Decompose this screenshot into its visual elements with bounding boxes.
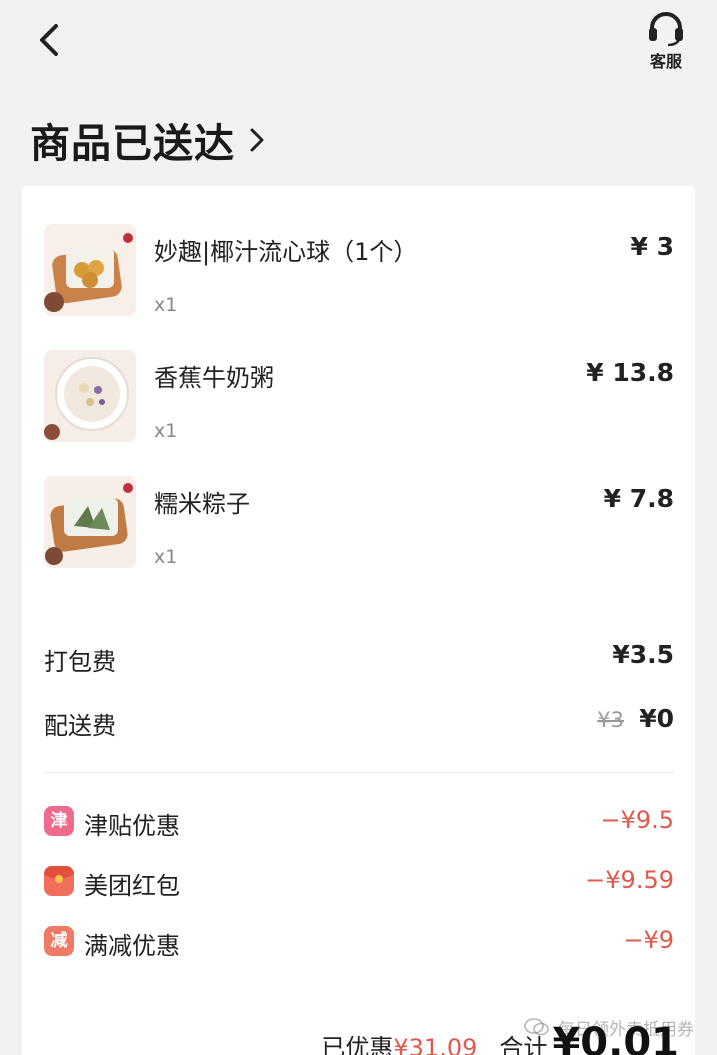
item-quantity: x1 — [154, 294, 178, 316]
product-image — [44, 476, 136, 568]
discount-value: −¥9.59 — [585, 866, 674, 894]
back-button[interactable] — [32, 18, 72, 62]
item-name: 香蕉牛奶粥 — [154, 364, 274, 392]
item-price: ¥ 7.8 — [603, 484, 674, 513]
discount-row: 减 满减优惠 −¥9 — [44, 922, 674, 962]
item-price: ¥ 3 — [630, 232, 675, 261]
discount-row: 津 津贴优惠 −¥9.5 — [44, 802, 674, 842]
item-quantity: x1 — [154, 420, 178, 442]
delivery-fee-label: 配送费 — [44, 712, 116, 740]
item-price: ¥ 13.8 — [586, 358, 674, 387]
customer-service-button[interactable]: 客服 — [638, 10, 694, 74]
order-summary: 已优惠¥31.09 合计 ¥0.01 — [321, 1020, 679, 1055]
discount-label: 津贴优惠 — [84, 812, 180, 840]
saved-label: 已优惠 — [321, 1034, 394, 1055]
customer-service-label: 客服 — [649, 52, 682, 71]
packing-fee-label: 打包费 — [44, 648, 116, 676]
top-bar: 客服 — [0, 0, 717, 90]
discount-value: −¥9.5 — [600, 806, 674, 834]
total-value: ¥0.01 — [552, 1020, 679, 1055]
packing-fee-row: 打包费 ¥3.5 — [44, 638, 674, 678]
page-title: 商品已送达 — [30, 121, 235, 167]
total-label: 合计 — [499, 1034, 548, 1055]
product-image — [44, 350, 136, 442]
delivery-fee-row: 配送费 ¥3 ¥0 — [44, 702, 674, 742]
order-status-link[interactable]: 商品已送达 — [30, 112, 265, 168]
red-packet-icon — [44, 866, 74, 896]
order-item[interactable]: 糯米粽子 x1 ¥ 7.8 — [44, 476, 674, 572]
chevron-right-icon — [249, 127, 265, 153]
order-item[interactable]: 妙趣|椰汁流心球（1个） x1 ¥ 3 — [44, 224, 674, 320]
saved-value: ¥31.09 — [393, 1034, 478, 1055]
order-detail-card: 妙趣|椰汁流心球（1个） x1 ¥ 3 香蕉牛奶粥 x1 ¥ 13.8 糯米粽子… — [22, 186, 695, 1055]
item-name: 妙趣|椰汁流心球（1个） — [154, 238, 418, 266]
discount-label: 满减优惠 — [84, 932, 180, 960]
chevron-left-icon — [40, 24, 58, 56]
item-quantity: x1 — [154, 546, 178, 568]
product-image — [44, 224, 136, 316]
item-name: 糯米粽子 — [154, 490, 250, 518]
discount-label: 美团红包 — [84, 872, 180, 900]
divider — [44, 772, 674, 773]
headset-icon — [649, 12, 683, 46]
discount-value: −¥9 — [623, 926, 674, 954]
discount-row: 美团红包 −¥9.59 — [44, 862, 674, 902]
packing-fee-value: ¥3.5 — [612, 640, 674, 669]
delivery-fee-original: ¥3 — [597, 708, 624, 732]
order-item[interactable]: 香蕉牛奶粥 x1 ¥ 13.8 — [44, 350, 674, 446]
delivery-fee-value: ¥0 — [639, 704, 674, 733]
allowance-icon: 津 — [44, 806, 74, 836]
full-reduction-icon: 减 — [44, 926, 74, 956]
